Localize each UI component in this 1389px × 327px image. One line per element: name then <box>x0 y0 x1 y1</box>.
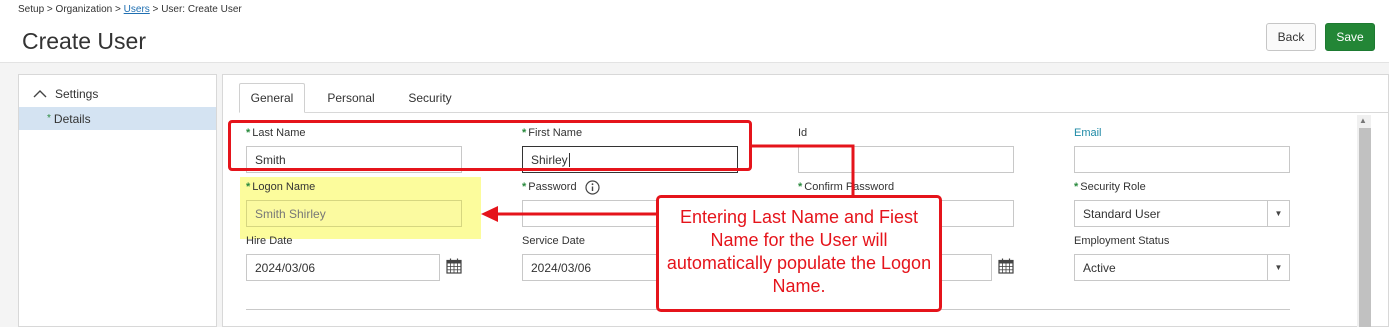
arrowhead-icon <box>481 206 498 222</box>
annotation-callout: Entering Last Name and Fiest Name for th… <box>656 195 942 312</box>
create-user-screen: { "breadcrumb": { "setup": "Setup", "sep… <box>0 0 1389 327</box>
connector-line <box>752 144 855 195</box>
